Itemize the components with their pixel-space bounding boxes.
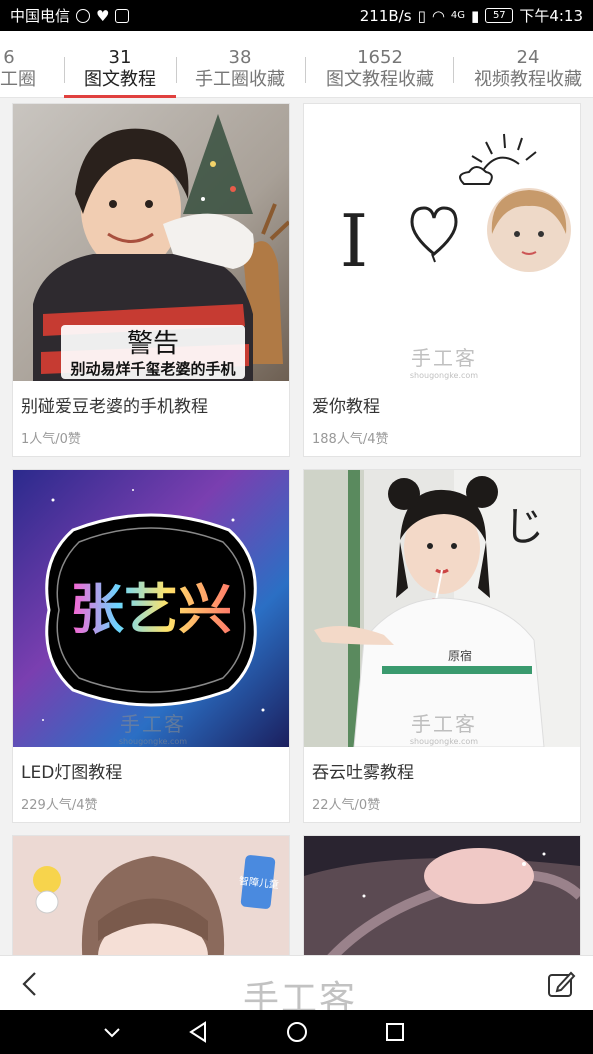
status-bar: 中国电信 ♥ 211B/s ▯ ◠ 4G ▮ 57 下午4:13 xyxy=(0,0,593,31)
card-title[interactable]: 吞云吐雾教程 xyxy=(312,758,414,783)
nav-back-icon[interactable] xyxy=(184,1018,212,1046)
back-icon[interactable] xyxy=(16,970,44,998)
network-type: 4G xyxy=(450,10,466,21)
tutorial-card[interactable] xyxy=(303,835,581,965)
carrier-label: 中国电信 xyxy=(10,7,71,25)
tab-label: 手工圈 xyxy=(0,69,36,90)
vibrate-icon: ▯ xyxy=(417,6,426,25)
tab-handcraft-circle[interactable]: 6 手工圈 xyxy=(0,31,48,98)
tab-count: 1652 xyxy=(357,47,403,68)
tab-divider xyxy=(176,57,177,83)
watermark: 手工客 shougongke.com xyxy=(103,708,203,746)
wifi-icon: ◠ xyxy=(431,6,445,25)
card-thumbnail[interactable] xyxy=(304,836,580,964)
tutorial-card[interactable]: じ 原宿 手工客 shougongke.com 吞云吐雾教程 22人气/0赞 xyxy=(303,469,581,823)
tutorial-card[interactable]: 张艺兴 手工客 shougongke.com LED灯图教程 229人气/4赞 xyxy=(12,469,290,823)
tab-label: 图文教程 xyxy=(84,69,156,90)
edit-icon[interactable] xyxy=(546,969,576,999)
watermark-text: 手工客 xyxy=(411,712,477,736)
active-tab-indicator xyxy=(64,95,176,98)
notification-icon xyxy=(76,8,91,23)
card-thumbnail[interactable]: じ 原宿 手工客 shougongke.com xyxy=(304,470,580,747)
emoji-icon xyxy=(33,866,61,894)
card-stats: 1人气/0赞 xyxy=(21,432,81,447)
watermark-url: shougongke.com xyxy=(118,737,188,746)
neon-sign-image: 张艺兴 xyxy=(13,470,289,747)
girl-hair-image xyxy=(304,836,580,964)
girl-photo-image: じ 原宿 xyxy=(304,470,580,747)
tutorial-card[interactable]: 智障儿童 xyxy=(12,835,290,965)
letter-i: I xyxy=(340,199,368,283)
tab-tutorial-favorites[interactable]: 1652 图文教程收藏 xyxy=(312,31,448,98)
system-nav-bar xyxy=(0,1010,593,1054)
card-thumbnail[interactable]: I 手工客 shougongke.com xyxy=(304,104,580,381)
tab-tutorials[interactable]: 31 图文教程 xyxy=(64,31,176,98)
clock: 下午4:13 xyxy=(519,7,583,25)
tab-count: 31 xyxy=(108,47,132,68)
tab-count: 6 xyxy=(3,47,15,68)
card-stats: 22人气/0赞 xyxy=(312,798,381,813)
watermark: 手工客 shougongke.com xyxy=(394,342,494,380)
card-thumbnail[interactable]: 张艺兴 手工客 shougongke.com xyxy=(13,470,289,747)
tab-label: 视频教程收藏 xyxy=(474,69,582,90)
tab-divider xyxy=(305,57,306,83)
card-title[interactable]: LED灯图教程 xyxy=(21,758,122,783)
card-stats: 229人气/4赞 xyxy=(21,798,98,813)
card-title[interactable]: 爱你教程 xyxy=(312,392,380,417)
girl-bangs-image: 智障儿童 xyxy=(13,836,289,964)
tab-video-favorites[interactable]: 24 视频教程收藏 xyxy=(466,31,590,98)
svg-text:じ: じ xyxy=(504,504,544,550)
heart-icon: ♥ xyxy=(96,6,110,25)
app-icon xyxy=(115,8,130,23)
warning-text: 警告 xyxy=(127,329,179,359)
tab-count: 38 xyxy=(228,47,252,68)
tutorial-card[interactable]: 警告 别动易烊千玺老婆的手机 别碰爱豆老婆的手机教程 1人气/0赞 xyxy=(12,103,290,457)
watermark-url: shougongke.com xyxy=(409,371,479,380)
i-love-you-image: I xyxy=(304,104,580,381)
bottom-toolbar xyxy=(0,955,593,1010)
recent-apps-icon[interactable] xyxy=(381,1018,409,1046)
tutorial-card[interactable]: I 手工客 shougongke.com 爱你教程 188人气/4赞 xyxy=(303,103,581,457)
watermark: 手工客 shougongke.com xyxy=(394,708,494,746)
tab-count: 24 xyxy=(516,47,540,68)
home-icon[interactable] xyxy=(283,1018,311,1046)
battery-icon: 57 xyxy=(485,8,514,23)
tab-label: 图文教程收藏 xyxy=(326,69,434,90)
idol-photo-image: 警告 别动易烊千玺老婆的手机 xyxy=(13,104,289,381)
tab-bar: 6 手工圈 31 图文教程 38 手工圈收藏 1652 图文教程收藏 24 视频… xyxy=(0,31,593,98)
neon-text: 张艺兴 xyxy=(70,578,232,641)
card-thumbnail[interactable]: 警告 别动易烊千玺老婆的手机 xyxy=(13,104,289,381)
image-caption: 别动易烊千玺老婆的手机 xyxy=(69,360,235,378)
tab-divider xyxy=(453,57,454,83)
signal-icon: ▮ xyxy=(471,6,480,25)
shirt-text: 原宿 xyxy=(448,648,472,663)
card-thumbnail[interactable]: 智障儿童 xyxy=(13,836,289,964)
card-title[interactable]: 别碰爱豆老婆的手机教程 xyxy=(21,392,208,417)
hide-nav-icon[interactable] xyxy=(98,1018,126,1046)
watermark-url: shougongke.com xyxy=(409,737,479,746)
card-stats: 188人气/4赞 xyxy=(312,432,389,447)
watermark-text: 手工客 xyxy=(411,346,477,370)
tab-circle-favorites[interactable]: 38 手工圈收藏 xyxy=(182,31,298,98)
tab-label: 手工圈收藏 xyxy=(195,69,285,90)
watermark-text: 手工客 xyxy=(120,712,186,736)
network-speed: 211B/s xyxy=(359,6,412,25)
